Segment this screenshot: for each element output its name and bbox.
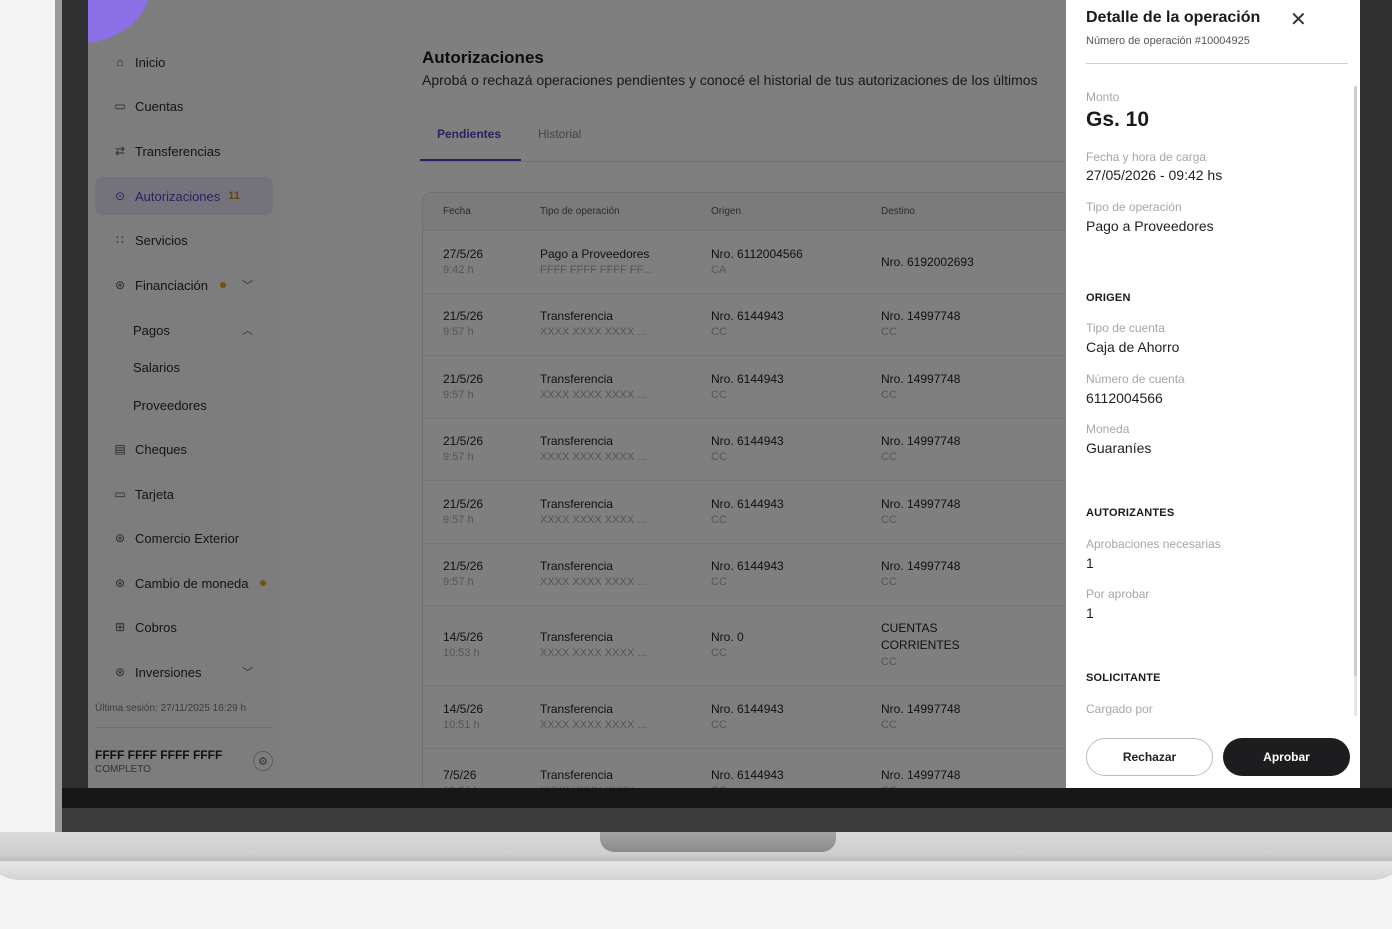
scrollbar-thumb[interactable] xyxy=(1354,86,1357,676)
laptop-notch xyxy=(600,832,836,852)
loaded-by-label: Cargado por xyxy=(1086,702,1153,716)
approvals-needed-label: Aprobaciones necesarias xyxy=(1086,537,1221,551)
date-label: Fecha y hora de carga xyxy=(1086,150,1207,164)
requester-heading: SOLICITANTE xyxy=(1086,672,1161,684)
detail-divider xyxy=(1086,63,1348,64)
account-number-label: Número de cuenta xyxy=(1086,372,1185,386)
operation-type-label: Tipo de operación xyxy=(1086,200,1182,214)
approve-button[interactable]: Aprobar xyxy=(1223,738,1350,776)
operation-type-value: Pago a Proveedores xyxy=(1086,218,1214,234)
laptop-mockup: ⌂Inicio▭Cuentas⇄Transferencias⊙Autorizac… xyxy=(0,0,1392,929)
pending-approval-value: 1 xyxy=(1086,605,1094,621)
pending-approval-label: Por aprobar xyxy=(1086,587,1150,601)
laptop-lid-edge xyxy=(55,0,62,833)
approvals-needed-value: 1 xyxy=(1086,555,1094,571)
currency-value: Guaraníes xyxy=(1086,440,1152,456)
amount-value: Gs. 10 xyxy=(1086,108,1150,131)
reject-button[interactable]: Rechazar xyxy=(1086,738,1213,776)
screen-bezel xyxy=(62,788,1392,808)
authorizers-heading: AUTORIZANTES xyxy=(1086,507,1175,519)
account-number-value: 6112004566 xyxy=(1086,390,1163,406)
origin-heading: ORIGEN xyxy=(1086,292,1131,304)
date-value: 27/05/2026 - 09:42 hs xyxy=(1086,167,1223,183)
detail-title: Detalle de la operación xyxy=(1086,9,1261,26)
account-type-value: Caja de Ahorro xyxy=(1086,339,1180,355)
amount-label: Monto xyxy=(1086,90,1120,104)
laptop-chin xyxy=(62,808,1392,833)
operation-detail-panel: Detalle de la operación ✕ Número de oper… xyxy=(1066,0,1360,788)
close-icon[interactable]: ✕ xyxy=(1290,7,1307,32)
operation-number: Número de operación #10004925 xyxy=(1086,35,1250,47)
laptop-screen: ⌂Inicio▭Cuentas⇄Transferencias⊙Autorizac… xyxy=(88,0,1360,788)
modal-backdrop[interactable] xyxy=(88,0,1066,788)
account-type-label: Tipo de cuenta xyxy=(1086,321,1165,335)
currency-label: Moneda xyxy=(1086,422,1130,436)
